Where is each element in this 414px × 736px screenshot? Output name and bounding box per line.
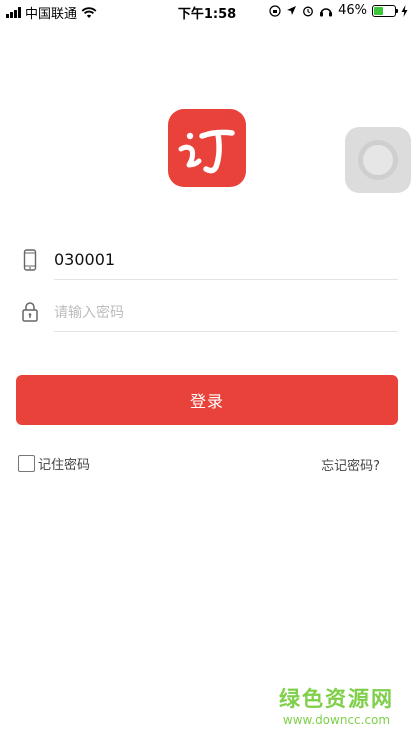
remember-label: 记住密码 bbox=[38, 458, 91, 473]
remember-password[interactable]: 记住密码 bbox=[18, 454, 90, 473]
password-input[interactable] bbox=[54, 292, 398, 332]
username-row bbox=[18, 240, 398, 280]
watermark-title: 绿色资源网 bbox=[279, 687, 394, 711]
headphones-icon bbox=[320, 7, 333, 16]
remember-checkbox[interactable] bbox=[18, 455, 35, 472]
phone-icon bbox=[23, 249, 37, 271]
password-row bbox=[18, 292, 398, 332]
login-screen: 中国联通 下午1:58 46% 030001 登录 记住密码 忘记密码? 绿色资… bbox=[0, 0, 414, 736]
watermark: 绿色资源网 www.downcc.com bbox=[279, 683, 394, 727]
battery-percent: 46% bbox=[338, 3, 367, 18]
username-input[interactable] bbox=[54, 240, 398, 280]
forgot-password-link[interactable]: 忘记密码? bbox=[321, 455, 380, 474]
assistive-touch-button[interactable] bbox=[345, 127, 411, 193]
screen-lock-icon bbox=[269, 4, 281, 17]
location-icon bbox=[287, 6, 297, 15]
charging-icon bbox=[401, 4, 408, 17]
login-button[interactable]: 登录 bbox=[16, 375, 398, 425]
battery-icon bbox=[372, 4, 398, 17]
lock-icon bbox=[22, 302, 38, 322]
watermark-url: www.downcc.com bbox=[282, 713, 391, 727]
status-bar: 中国联通 下午1:58 46% bbox=[0, 0, 414, 22]
alarm-icon bbox=[303, 6, 314, 16]
status-right: 46% bbox=[269, 3, 408, 18]
app-logo bbox=[168, 109, 246, 187]
